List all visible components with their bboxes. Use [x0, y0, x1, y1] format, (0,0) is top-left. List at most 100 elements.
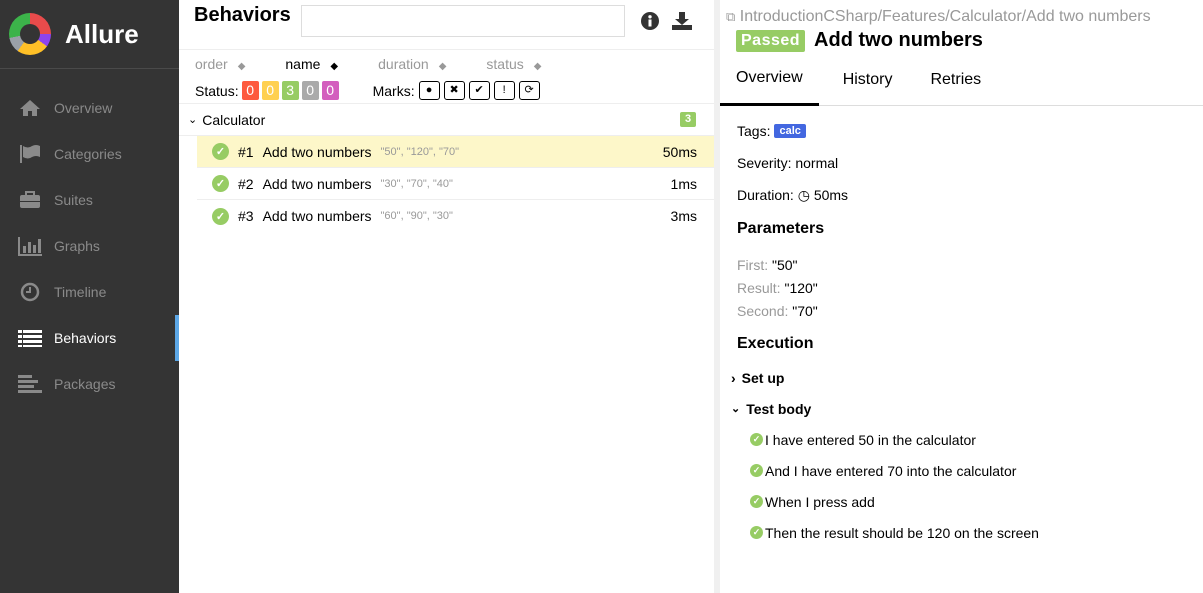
- execution-heading: Execution: [737, 335, 814, 352]
- info-icon[interactable]: [641, 12, 659, 33]
- sidebar-item-packages[interactable]: Packages: [0, 361, 179, 407]
- status-broken-toggle[interactable]: 0: [261, 81, 279, 100]
- sidebar-item-overview[interactable]: Overview: [0, 85, 179, 131]
- sidebar-item-suites[interactable]: Suites: [0, 177, 179, 223]
- status-passed-toggle[interactable]: 3: [281, 81, 299, 100]
- list-icon: [18, 328, 42, 348]
- passed-icon: ✓: [212, 207, 229, 225]
- tab-retries[interactable]: Retries: [912, 53, 997, 106]
- tag-badge: calc: [774, 124, 806, 138]
- row-duration: 3ms: [670, 208, 697, 224]
- passed-icon: ✓: [212, 143, 229, 160]
- parameters-heading: Parameters: [737, 220, 825, 237]
- step-item[interactable]: ✓ When I press add: [750, 486, 1203, 517]
- row-params: "60", "90", "30": [380, 210, 453, 222]
- row-params: "50", "120", "70": [380, 145, 460, 158]
- marks-label: Marks:: [372, 82, 415, 99]
- clock-icon: [18, 282, 42, 302]
- row-duration: 50ms: [662, 143, 697, 160]
- sidebar-item-timeline[interactable]: Timeline: [0, 269, 179, 315]
- sidebar-item-label: Graphs: [54, 238, 100, 254]
- step-item[interactable]: ✓ Then the result should be 120 on the sc…: [750, 517, 1203, 548]
- row-number: #2: [238, 175, 254, 192]
- status-label: Status:: [195, 82, 239, 99]
- step-item[interactable]: ✓ I have entered 50 in the calculator: [750, 424, 1203, 455]
- status-unknown-toggle[interactable]: 0: [321, 81, 339, 100]
- bar-chart-icon: [18, 236, 42, 256]
- brand[interactable]: Allure: [0, 0, 179, 69]
- sidebar-item-label: Overview: [54, 100, 113, 116]
- table-row[interactable]: ✓ #2 Add two numbers "30", "70", "40" 1ms: [197, 168, 714, 200]
- duration-value: 50ms: [813, 187, 849, 203]
- param-key: Result:: [737, 279, 781, 296]
- passed-icon: ✓: [750, 495, 763, 508]
- param-value: "70": [792, 302, 818, 319]
- behaviors-panel: Behaviors order ◆ name ◆ duration ◆ status ◆…: [179, 0, 714, 593]
- row-number: #3: [238, 208, 254, 224]
- sidebar-item-label: Timeline: [54, 284, 107, 300]
- status-skipped-toggle[interactable]: 0: [301, 81, 319, 100]
- duration-label: Duration:: [737, 187, 794, 203]
- tab-history[interactable]: History: [823, 53, 909, 106]
- sidebar: Allure Overview Categories Suites Graphs…: [0, 0, 179, 593]
- passed-icon: ✓: [750, 433, 763, 446]
- severity: Severity: normal: [737, 155, 839, 171]
- chevron-down-icon: ⌄: [731, 403, 741, 415]
- tags-label: Tags:: [737, 123, 771, 139]
- step-text: I have entered 50 in the calculator: [765, 431, 976, 448]
- group-calculator[interactable]: ⌄ Calculator 3: [179, 104, 714, 136]
- sort-order[interactable]: order ◆: [195, 56, 245, 78]
- step-text: And I have entered 70 into the calculato…: [765, 462, 1017, 479]
- download-icon[interactable]: [672, 12, 692, 33]
- sidebar-item-label: Behaviors: [54, 330, 117, 346]
- table-row[interactable]: ✓ #1 Add two numbers "50", "120", "70" 50ms: [197, 136, 714, 168]
- breadcrumb: IntroductionCSharp/Features/Calculator/A…: [739, 8, 1151, 25]
- step-text: When I press add: [765, 493, 875, 510]
- passed-icon: ✓: [212, 175, 229, 192]
- row-number: #1: [238, 143, 254, 160]
- sort-bar: order ◆ name ◆ duration ◆ status ◆: [179, 50, 714, 78]
- brand-name: Allure: [65, 18, 139, 49]
- step-setup[interactable]: › Set up: [731, 362, 1203, 393]
- step-label: Set up: [741, 369, 785, 386]
- bomb-icon[interactable]: ●: [418, 81, 440, 100]
- sidebar-item-categories[interactable]: Categories: [0, 131, 179, 177]
- sort-icon: ◆: [533, 61, 542, 72]
- copy-icon[interactable]: ⧉: [726, 9, 735, 24]
- row-name: Add two numbers: [262, 208, 372, 224]
- sidebar-item-behaviors[interactable]: Behaviors: [0, 315, 179, 361]
- sidebar-item-label: Packages: [54, 376, 116, 392]
- row-name: Add two numbers: [262, 175, 372, 192]
- sidebar-item-graphs[interactable]: Graphs: [0, 223, 179, 269]
- align-left-icon: [18, 374, 42, 394]
- briefcase-icon: [18, 190, 42, 210]
- row-duration: 1ms: [670, 175, 697, 192]
- allure-logo-icon: [9, 13, 51, 55]
- sort-name[interactable]: name ◆: [285, 56, 338, 78]
- check-circle-icon[interactable]: ✔: [468, 81, 490, 100]
- sort-status[interactable]: status ◆: [486, 56, 541, 78]
- sort-icon: ◆: [438, 61, 447, 72]
- row-name: Add two numbers: [262, 143, 372, 160]
- param-value: "120": [784, 279, 818, 296]
- tab-overview[interactable]: Overview: [720, 53, 819, 106]
- test-title: Add two numbers: [814, 29, 983, 51]
- group-name: Calculator: [202, 111, 266, 128]
- step-test-body[interactable]: ⌄ Test body: [731, 393, 1203, 424]
- param-key: Second:: [737, 302, 789, 319]
- sort-duration[interactable]: duration ◆: [378, 56, 446, 78]
- table-row[interactable]: ✓ #3 Add two numbers "60", "90", "30" 3ms: [197, 200, 714, 232]
- passed-icon: ✓: [750, 464, 763, 477]
- home-icon: [18, 98, 42, 118]
- chevron-down-icon: ⌄: [188, 114, 198, 126]
- status-failed-toggle[interactable]: 0: [241, 81, 259, 100]
- sort-icon: ◆: [330, 61, 339, 72]
- refresh-icon[interactable]: ⟳: [518, 81, 540, 100]
- exclamation-circle-icon[interactable]: !: [493, 81, 515, 100]
- step-item[interactable]: ✓ And I have entered 70 into the calculat…: [750, 455, 1203, 486]
- param-key: First:: [737, 256, 769, 273]
- times-circle-icon[interactable]: ✖: [443, 81, 465, 100]
- search-input[interactable]: [301, 5, 625, 37]
- row-params: "30", "70", "40": [380, 177, 453, 190]
- step-label: Test body: [746, 400, 812, 417]
